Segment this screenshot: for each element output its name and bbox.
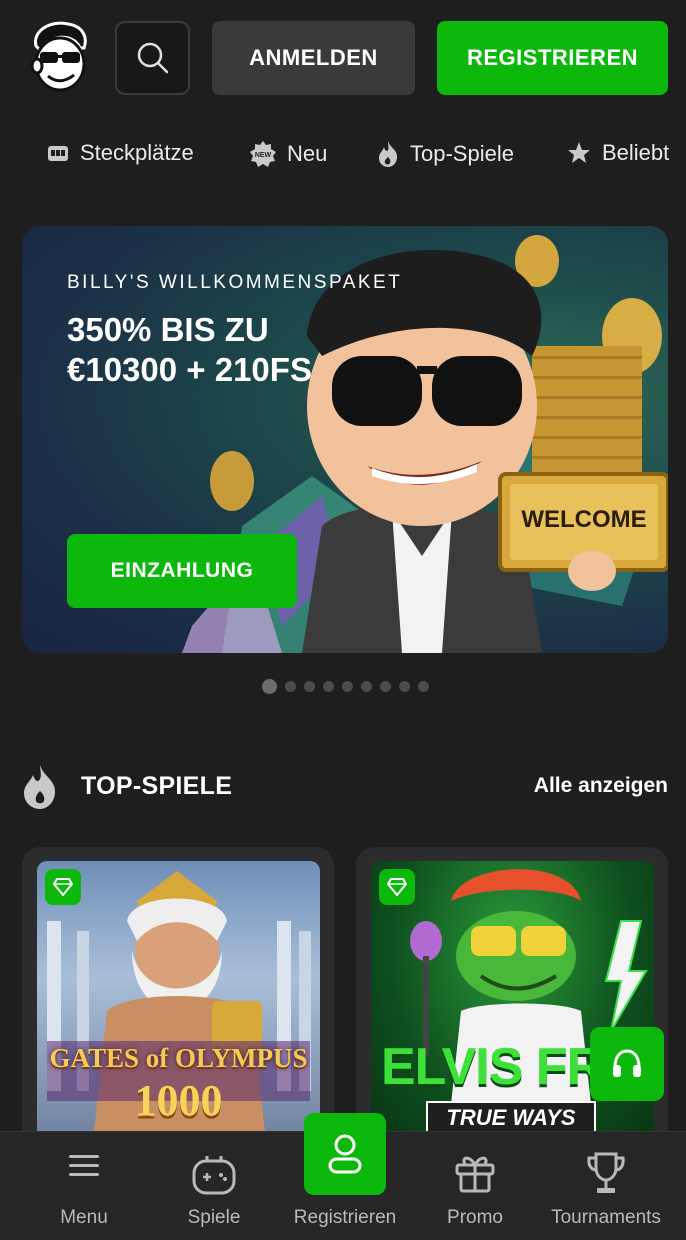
- category-label: Steckplätze: [80, 140, 194, 165]
- search-button[interactable]: [115, 21, 190, 95]
- nav-games[interactable]: Spiele: [149, 1132, 279, 1240]
- support-chat-button[interactable]: [590, 1027, 664, 1101]
- billy-logo[interactable]: [22, 20, 94, 94]
- game-thumbnail[interactable]: ELVIS FRO TRUE WAYS: [371, 861, 654, 1147]
- bottom-nav: Menu Spiele Registrieren Promo Tournamen…: [0, 1113, 686, 1240]
- carousel-dot[interactable]: [304, 681, 315, 692]
- carousel-dot[interactable]: [418, 681, 429, 692]
- diamond-icon: [387, 878, 407, 896]
- deposit-button[interactable]: EINZAHLUNG: [67, 534, 297, 608]
- svg-text:NEW: NEW: [255, 152, 272, 159]
- carousel-dot[interactable]: [361, 681, 372, 692]
- game-thumbnail[interactable]: GATES of OLYMPUS 1000: [37, 861, 320, 1147]
- gift-icon: [455, 1156, 495, 1193]
- category-slots[interactable]: Steckplätze: [46, 140, 194, 166]
- category-nav: Steckplätze NEW Neu Top-Spiele Beliebt: [0, 130, 686, 180]
- section-title: TOP-SPIELE: [81, 772, 233, 800]
- flame-icon: [24, 765, 56, 809]
- category-label: Top-Spiele: [410, 141, 514, 166]
- nav-tournaments[interactable]: Tournaments: [541, 1132, 671, 1240]
- top-games-header: TOP-SPIELE Alle anzeigen: [22, 762, 668, 812]
- game-title-line2: TRUE WAYS: [426, 1101, 596, 1135]
- carousel-dot[interactable]: [285, 681, 296, 692]
- game-card[interactable]: ELVIS FRO TRUE WAYS: [356, 847, 668, 1147]
- menu-icon: [69, 1155, 99, 1176]
- flame-icon: [379, 141, 398, 167]
- carousel-dot[interactable]: [399, 681, 410, 692]
- category-new[interactable]: NEW Neu: [249, 140, 327, 168]
- category-label: Beliebt: [602, 140, 670, 165]
- promo-banner[interactable]: WELCOME BILLY'S WILLKOMMENSPAKET 350% BI…: [22, 226, 668, 653]
- top-header: ANMELDEN REGISTRIEREN: [0, 0, 686, 112]
- carousel-dot[interactable]: [342, 681, 353, 692]
- carousel-dot[interactable]: [262, 679, 277, 694]
- nav-label: Menu: [60, 1207, 108, 1228]
- diamond-icon: [53, 878, 73, 896]
- nav-label: Promo: [447, 1207, 503, 1228]
- new-badge-icon: NEW: [250, 141, 276, 167]
- game-title-line1: GATES of OLYMPUS: [49, 1043, 308, 1073]
- trophy-icon: [587, 1152, 625, 1193]
- nav-menu[interactable]: Menu: [19, 1132, 149, 1240]
- banner-title: 350% BIS ZU €10300 + 210FS: [67, 311, 312, 388]
- category-top-games[interactable]: Top-Spiele: [376, 140, 514, 168]
- carousel-pagination: [262, 679, 429, 694]
- nav-promo[interactable]: Promo: [410, 1132, 540, 1240]
- exclusive-badge: [45, 869, 81, 905]
- carousel-dot[interactable]: [323, 681, 334, 692]
- game-card[interactable]: GATES of OLYMPUS 1000: [22, 847, 334, 1147]
- welcome-sign-text: WELCOME: [521, 506, 646, 533]
- game-title-line2: 1000: [134, 1076, 223, 1125]
- register-button[interactable]: REGISTRIEREN: [437, 21, 668, 95]
- gamepad-icon: [192, 1156, 236, 1195]
- see-all-link[interactable]: Alle anzeigen: [534, 774, 668, 798]
- category-popular[interactable]: Beliebt: [566, 140, 669, 166]
- nav-register[interactable]: Registrieren: [280, 1132, 410, 1240]
- carousel-dot[interactable]: [380, 681, 391, 692]
- slot-machine-icon: [48, 146, 68, 161]
- category-label: Neu: [287, 141, 328, 166]
- login-button[interactable]: ANMELDEN: [212, 21, 415, 95]
- banner-subtitle: BILLY'S WILLKOMMENSPAKET: [67, 272, 403, 293]
- nav-label: Spiele: [187, 1207, 241, 1228]
- nav-label: Registrieren: [293, 1207, 397, 1228]
- search-icon: [137, 42, 168, 74]
- headphones-icon: [613, 1049, 641, 1077]
- star-icon: [568, 142, 590, 163]
- nav-label: Tournaments: [551, 1207, 661, 1228]
- exclusive-badge: [379, 869, 415, 905]
